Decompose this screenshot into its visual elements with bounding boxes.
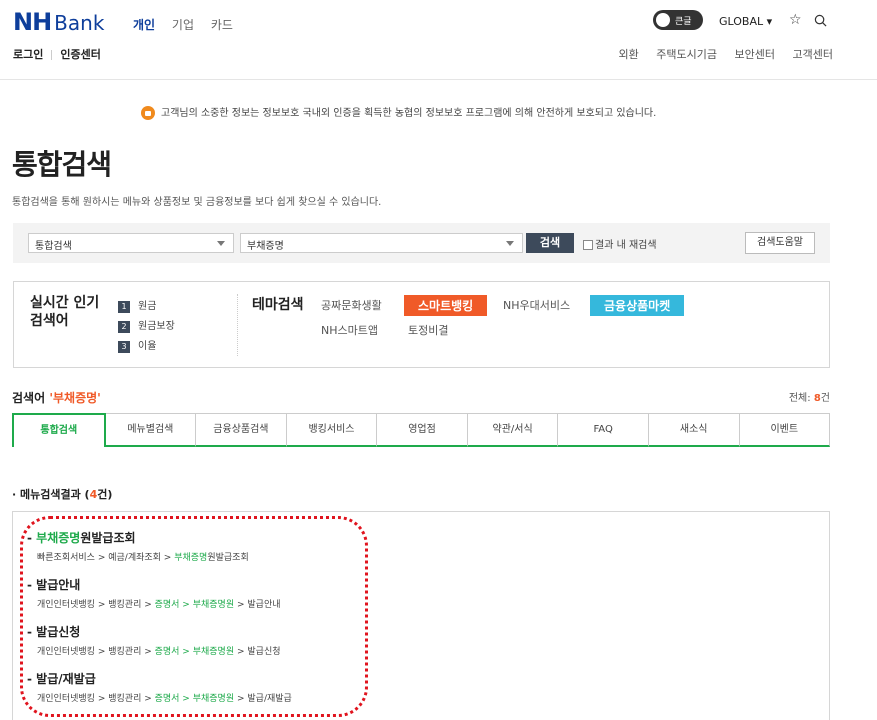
popular-item[interactable]: 3 이율 [118,337,156,353]
theme-item[interactable]: 공짜문화생활 [321,297,382,313]
popular-title: 실시간 인기 검색어 [30,295,100,329]
chevron-down-icon [217,241,225,246]
nav-personal[interactable]: 개인 [133,18,155,32]
search-icon[interactable] [814,14,827,27]
page-subtitle: 통합검색을 통해 원하시는 메뉴와 상품정보 및 금융정보를 보다 쉽게 찾으실… [12,197,382,208]
star-icon[interactable]: ☆ [789,12,802,28]
theme-item[interactable]: 금융상품마켓 [590,295,685,316]
search-help-button[interactable]: 검색도움말 [745,232,815,254]
large-text-toggle[interactable]: 큰글 [653,10,703,30]
tab-events[interactable]: 이벤트 [739,413,831,447]
nh-bank-logo[interactable]: NH Bank [13,8,104,36]
search-category-select[interactable]: 통합검색 [28,233,234,253]
global-menu[interactable]: GLOBAL ▾ [719,15,772,28]
toggle-knob [656,13,670,27]
main-nav: 개인 기업 카드 [133,16,246,33]
notice-text: 고객님의 소중한 정보는 정보보호 국내외 인증을 획득한 농협의 정보보호 프… [161,108,657,119]
divider [51,50,53,60]
popular-item[interactable]: 2 원금보장 [118,317,175,333]
chevron-down-icon [506,241,514,246]
search-input[interactable]: 부채증명 [240,233,523,253]
total-count: 전체: 8건 [788,393,830,404]
theme-item[interactable]: 스마트뱅킹 [404,295,488,316]
link-forex[interactable]: 외환 [619,48,639,61]
tab-branch[interactable]: 영업점 [377,413,468,447]
search-within-checkbox[interactable]: 결과 내 재검색 [583,236,657,251]
tab-menu[interactable]: 메뉴별검색 [105,413,197,447]
popular-theme-box: 실시간 인기 검색어 1 원금 2 원금보장 3 이율 테마검색 공짜문화생활 스마트뱅… [13,281,830,368]
toggle-label: 큰글 [675,17,692,27]
checkbox-box[interactable] [583,240,593,250]
result-tabs: 통합검색 메뉴별검색 금융상품검색 뱅킹서비스 영업점 약관/서식 FAQ 새소… [12,413,831,447]
page-title: 통합검색 [12,148,112,181]
lock-icon [141,106,155,120]
link-security-center[interactable]: 보안센터 [735,48,775,61]
nav-business[interactable]: 기업 [172,18,194,32]
header-top: NH Bank 개인 기업 카드 큰글 GLOBAL ▾ ☆ [13,8,873,36]
menu-results-title: · 메뉴검색결과 (4건) [12,488,113,501]
theme-item[interactable]: NH우대서비스 [503,297,570,313]
security-notice: 고객님의 소중한 정보는 정보보호 국내외 인증을 획득한 농협의 정보보호 프… [141,104,656,120]
tab-products[interactable]: 금융상품검색 [196,413,287,447]
popular-item[interactable]: 1 원금 [118,297,156,313]
search-bar: 통합검색 부채증명 검색 결과 내 재검색 검색도움말 [13,223,830,263]
search-button[interactable]: 검색 [526,233,574,253]
link-housing-fund[interactable]: 주택도시기금 [656,48,717,61]
tab-all[interactable]: 통합검색 [12,413,106,447]
nav-card[interactable]: 카드 [211,18,233,32]
search-keyword: 검색어 '부채증명' [12,391,101,405]
tab-terms[interactable]: 약관/서식 [467,413,559,447]
divider [237,294,238,356]
tab-banking[interactable]: 뱅킹서비스 [286,413,378,447]
link-customer-center[interactable]: 고객센터 [793,48,833,61]
tab-faq[interactable]: FAQ [558,413,649,447]
cert-center-link[interactable]: 인증센터 [60,48,100,61]
header-sub: 로그인 인증센터 외환 주택도시기금 보안센터 고객센터 [13,46,833,62]
tab-news[interactable]: 새소식 [648,413,740,447]
theme-item[interactable]: NH스마트앱 [321,322,378,338]
theme-title: 테마검색 [252,297,304,313]
header-divider [0,79,877,80]
theme-item[interactable]: 토정비결 [408,322,448,338]
login-link[interactable]: 로그인 [13,48,43,61]
annotation-highlight [20,516,368,717]
